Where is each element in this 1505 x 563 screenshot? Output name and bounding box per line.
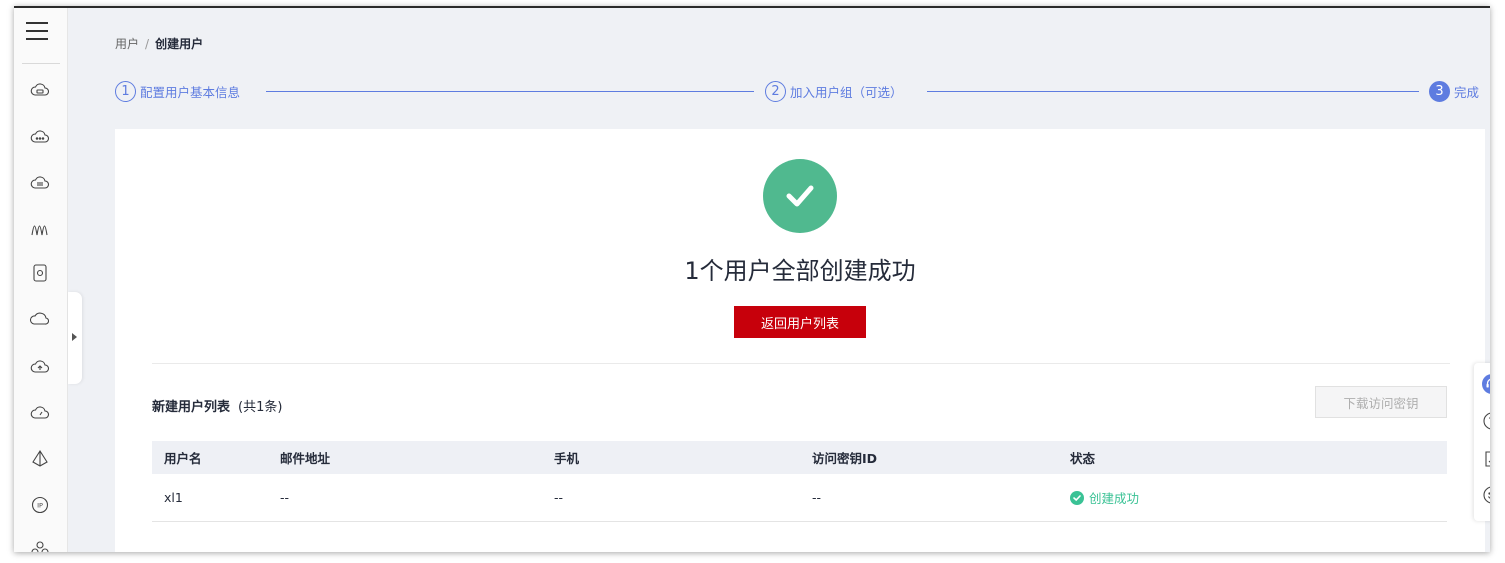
step-connector-1 — [266, 91, 754, 92]
storage-icon[interactable] — [29, 262, 51, 284]
new-user-list-title: 新建用户列表 — [152, 400, 231, 415]
cell-email: -- — [280, 490, 290, 505]
breadcrumb-current: 创建用户 — [155, 37, 204, 51]
console-window: IP 用户 / 创建用户 1 配置用户基本信息 2 加入用户组（可选） 3 完成 1… — [14, 6, 1490, 552]
step-1-number: 1 — [115, 80, 136, 102]
breadcrumb-parent[interactable]: 用户 — [115, 37, 139, 51]
status-success-icon — [1070, 490, 1084, 505]
svg-text:IP: IP — [37, 502, 43, 510]
new-user-table: 用户名 邮件地址 手机 访问密钥ID 状态 xl1 -- -- -- 创建成功 — [152, 441, 1447, 522]
step-2: 2 加入用户组（可选） — [765, 80, 903, 102]
new-user-list-count: (共1条) — [238, 400, 283, 415]
column-header-phone: 手机 — [554, 451, 580, 466]
feedback-icon[interactable] — [1482, 449, 1490, 469]
status-text: 创建成功 — [1089, 491, 1140, 506]
back-to-user-list-button[interactable]: 返回用户列表 — [734, 306, 866, 338]
step-3: 3 完成 — [1429, 80, 1479, 102]
sidebar: IP — [14, 8, 68, 552]
step-1-label: 配置用户基本信息 — [140, 84, 241, 100]
breadcrumb-separator: / — [145, 37, 150, 51]
result-card: 1个用户全部创建成功 返回用户列表 新建用户列表 (共1条) 下载访问密钥 用户名… — [115, 129, 1485, 552]
menu-icon[interactable] — [26, 22, 48, 44]
cloud-database-icon[interactable] — [29, 172, 51, 194]
pyramid-icon[interactable] — [29, 448, 51, 470]
table-row: xl1 -- -- -- 创建成功 — [152, 474, 1447, 522]
smile-icon[interactable] — [1482, 485, 1490, 505]
success-check-icon — [763, 159, 837, 233]
new-user-list-header: 新建用户列表 (共1条) — [152, 396, 282, 415]
sidebar-divider — [22, 63, 60, 64]
divider — [152, 363, 1450, 364]
cell-username: xl1 — [164, 490, 183, 505]
cloud-server-icon[interactable] — [29, 80, 51, 102]
success-title: 1个用户全部创建成功 — [684, 257, 916, 285]
help-icon[interactable] — [1482, 411, 1490, 431]
waves-icon[interactable] — [29, 218, 51, 240]
step-2-label: 加入用户组（可选） — [790, 84, 903, 100]
download-access-key-button[interactable]: 下载访问密钥 — [1315, 386, 1447, 418]
cluster-icon[interactable] — [29, 538, 51, 552]
cell-status: 创建成功 — [1058, 488, 1447, 507]
step-connector-2 — [927, 91, 1419, 92]
headset-icon[interactable] — [1482, 374, 1490, 394]
status-badge: 创建成功 — [1070, 488, 1447, 507]
cell-access-key-id: -- — [812, 490, 822, 505]
cloud-gauge-icon[interactable] — [29, 402, 51, 424]
breadcrumb: 用户 / 创建用户 — [115, 35, 203, 52]
cell-phone: -- — [554, 490, 564, 505]
step-1: 1 配置用户基本信息 — [115, 80, 240, 102]
cloud-upload-icon[interactable] — [29, 356, 51, 378]
step-2-number: 2 — [765, 80, 786, 102]
column-header-username: 用户名 — [164, 451, 202, 466]
step-3-label: 完成 — [1454, 84, 1480, 100]
column-header-access-key-id: 访问密钥ID — [812, 451, 878, 466]
caret-right-icon — [72, 333, 77, 341]
sidebar-collapse-handle[interactable] — [68, 292, 82, 384]
table-header: 用户名 邮件地址 手机 访问密钥ID 状态 — [152, 441, 1447, 474]
column-header-status: 状态 — [1070, 451, 1096, 466]
column-header-email: 邮件地址 — [280, 451, 331, 466]
cloud-dots-icon[interactable] — [29, 126, 51, 148]
cloud-outline-icon[interactable] — [29, 308, 51, 330]
ip-icon[interactable]: IP — [29, 494, 51, 516]
right-toolbar — [1474, 363, 1490, 521]
step-3-number: 3 — [1429, 80, 1450, 102]
